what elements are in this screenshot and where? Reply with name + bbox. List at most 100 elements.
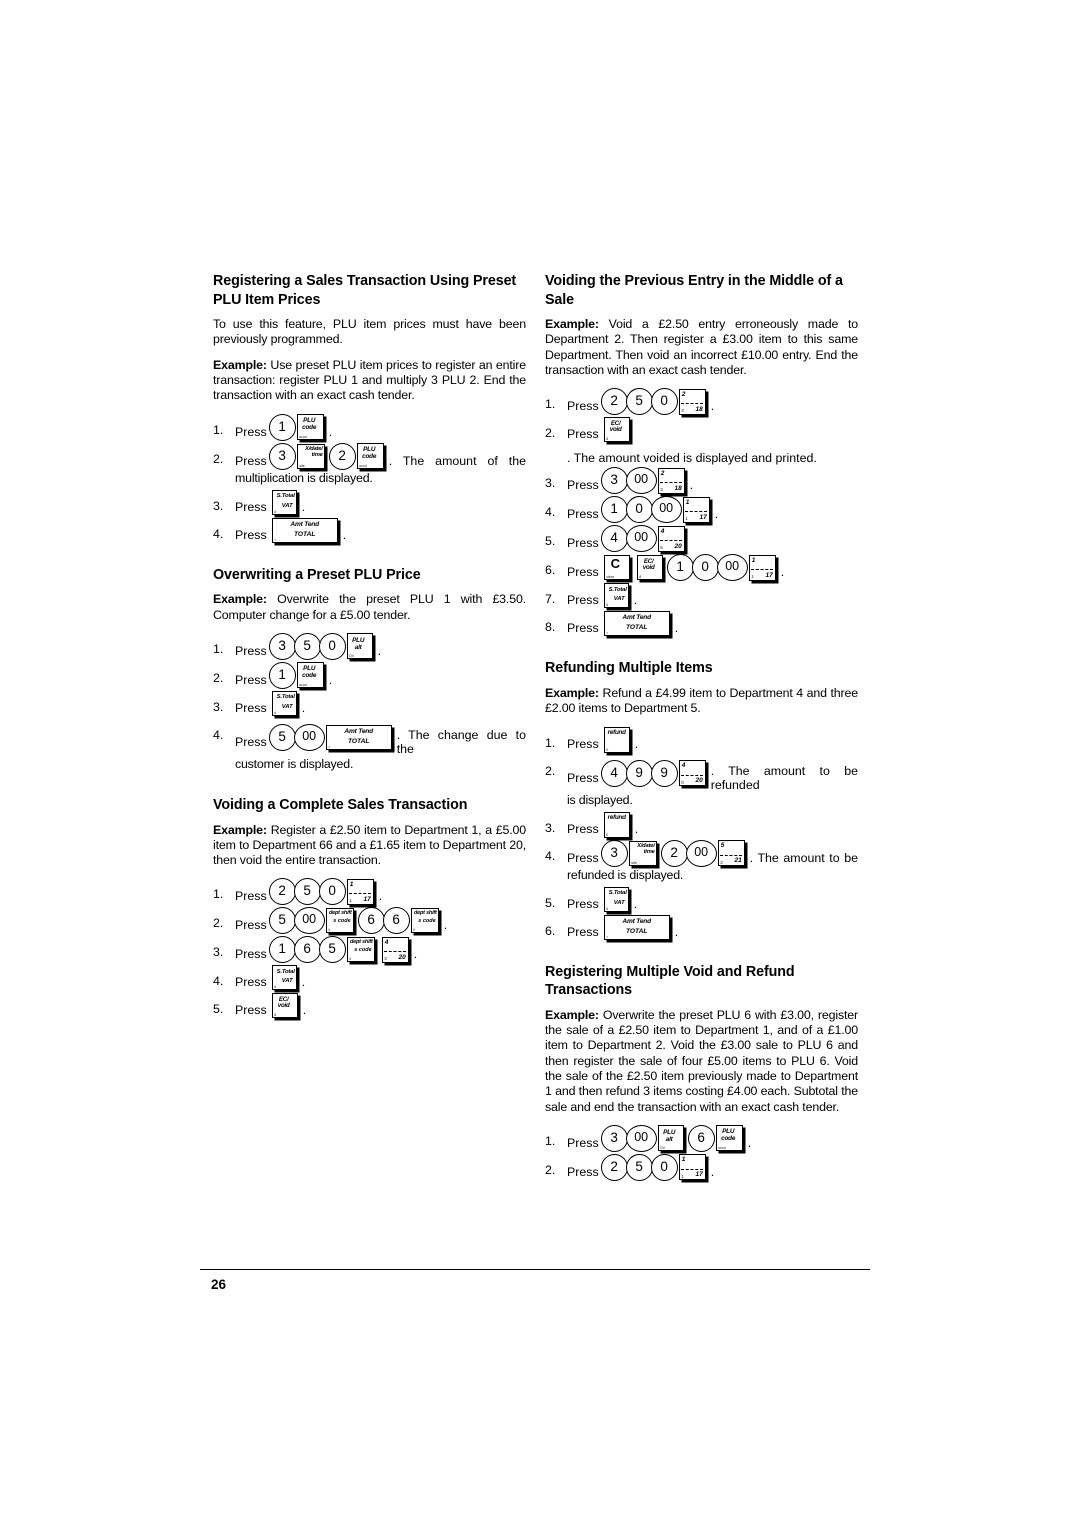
step-item: 8. Press Amt Tend TOTAL =.: [545, 611, 858, 637]
step-item: 2. Press 4 9 9 4 0 20. The amount to be refunde…: [545, 755, 858, 810]
step-press-label: Press: [567, 536, 599, 551]
key-numeric-5: 5: [318, 936, 346, 964]
step-press-label: Press: [567, 770, 599, 785]
key-numeric-4: 4: [600, 759, 628, 787]
key-numeric-00: 00: [625, 525, 657, 553]
step-number: 3.: [545, 820, 556, 835]
step-item: 2. Press 1 PLU code scod.: [213, 661, 526, 689]
step-press-label: Press: [567, 822, 599, 837]
step-item: 3. Press 1 6 5 dept shift s code 0 4 3 20.: [213, 936, 526, 964]
step-list: 1. Press refund £. 2. Press 4 9 9 4 0 20. The amoun…: [545, 726, 858, 941]
key-numeric-00: 00: [650, 496, 682, 524]
key-label-line1: Amt Tend: [290, 520, 319, 528]
key-label: PLU alt: [663, 1129, 676, 1144]
step-body: Press 3 X/date/time site 2 PLU code scod. The a…: [235, 442, 526, 488]
step-tail-text: .: [689, 478, 694, 493]
section-heading: Refunding Multiple Items: [545, 660, 713, 677]
key-numeric-00: 00: [293, 907, 325, 935]
dept-key-lower-right: 18: [674, 484, 682, 492]
step-press-label: Press: [235, 672, 267, 687]
paragraph-lead: Example:: [213, 592, 267, 607]
key-numeric-9: 9: [650, 759, 678, 787]
step-number: 5.: [545, 534, 556, 549]
dept-key-lower-left: 1: [349, 898, 352, 904]
step-body: Press S.Total VAT #.: [567, 886, 858, 912]
step-tail-text: .: [301, 499, 306, 514]
key-department-21: 5 2 21: [717, 840, 745, 867]
step-number: 1.: [545, 397, 556, 412]
key-label-line1: dept shift: [328, 910, 352, 917]
step-number: 3.: [213, 945, 224, 960]
key-label: EC/void: [277, 995, 290, 1010]
step-press-label: Press: [235, 499, 267, 514]
example-paragraph: Example: Overwrite the preset PLU 6 with…: [545, 1007, 858, 1114]
step-tail-text: .: [634, 822, 639, 837]
step-number: 5.: [213, 1002, 224, 1017]
step-item: 1. Press 1 PLU code scod.: [213, 413, 526, 441]
key-ec-void: EC/void 8: [271, 993, 298, 1019]
step-item: 5. Press 4 00 4 5 20: [545, 525, 858, 553]
step-press-label: Press: [567, 593, 599, 608]
key-numeric-6: 6: [357, 907, 385, 935]
key-label-sub: #: [606, 906, 609, 911]
key-label-line1: S.Total: [608, 586, 627, 593]
key-label-line2: VAT: [613, 596, 625, 603]
key-label-sub: scod: [299, 683, 307, 688]
step-press-label: Press: [567, 427, 599, 442]
key-refund: refund £: [603, 726, 630, 753]
step-number: 1.: [213, 422, 224, 437]
step-press-label: Press: [235, 453, 267, 468]
step-item: 4. Press 1 0 00 1 1 17.: [545, 496, 858, 524]
step-tail-text: .: [413, 947, 418, 962]
key-label-sub: site: [299, 463, 305, 468]
step-tail-text: .: [710, 1164, 715, 1179]
key-label-line2: s code: [333, 918, 351, 925]
key-label: PLU alt: [352, 637, 365, 652]
key-numeric-2: 2: [600, 388, 628, 416]
step-tail-text: .: [747, 1135, 752, 1150]
step-list: 1. Press 3 5 0 PLU alt DV. 2. Press 1 PLU code scod. 3…: [213, 632, 526, 774]
step-body: Press S.Total VAT #.: [235, 690, 526, 716]
step-item: 1. Press 3 00 PLU alt DV 6 PLU code scod.: [545, 1124, 858, 1152]
step-number: 2.: [213, 451, 224, 466]
step-tail-text: .: [714, 507, 719, 522]
step-item: 1. Press 3 5 0 PLU alt DV.: [213, 632, 526, 660]
key-numeric-00: 00: [716, 554, 748, 582]
paragraph-lead: Example:: [545, 317, 599, 332]
step-body: Press 5 00 dept shift s code 0 6 6 dept shift s c…: [235, 907, 526, 935]
dept-key-lower-left: 3: [660, 487, 663, 493]
key-label-sub: DV: [660, 1146, 666, 1151]
key-numeric-9: 9: [625, 759, 653, 787]
step-number: 4.: [213, 526, 224, 541]
step-item: 3. Press S.Total VAT #.: [213, 690, 526, 717]
key-s-total-vat: S.Total VAT #: [603, 583, 629, 609]
key-department-18: 2 3 18: [678, 388, 706, 415]
dept-key-lower-right: 20: [695, 777, 703, 785]
key-numeric-2: 2: [660, 839, 688, 867]
paragraph-lead: Example:: [213, 822, 267, 837]
section-heading: Voiding the Previous Entry in the Middle…: [545, 273, 843, 308]
key-numeric-00: 00: [625, 1124, 657, 1152]
key-plu-code: PLU code scod: [715, 1125, 743, 1152]
step-press-label: Press: [235, 975, 267, 990]
step-number: 2.: [213, 670, 224, 685]
dept-key-divider: [660, 540, 683, 542]
key-numeric-1: 1: [600, 496, 628, 524]
key-label-sub: scod: [359, 464, 367, 469]
step-body: Press 2 5 0 2 3 18.: [567, 388, 858, 416]
step-item: 2. Press 5 00 dept shift s code 0 6 6 dept shift s…: [213, 907, 526, 935]
key-label-sub: 8: [639, 575, 642, 580]
section-heading: Registering a Sales Transaction Using Pr…: [213, 273, 517, 308]
step-item: 4. Press 3 X/date/time site 2 00 5 2 21. The amou…: [545, 839, 858, 885]
key-label-sub: #: [606, 603, 609, 608]
dept-key-lower-right: 17: [363, 895, 371, 903]
step-body: Press Amt Tend TOTAL =.: [567, 914, 858, 940]
step-body: Press 1 PLU code scod.: [235, 413, 526, 441]
key-numeric-1: 1: [268, 936, 296, 964]
step-number: 2.: [213, 916, 224, 931]
key-numeric-6: 6: [687, 1124, 715, 1152]
step-body: Press Amt Tend TOTAL =.: [567, 611, 858, 637]
dept-key-lower-left: 3: [681, 408, 684, 414]
dept-key-lower-left: 2: [720, 859, 723, 865]
key-department-17: 1 1 17: [346, 878, 374, 905]
